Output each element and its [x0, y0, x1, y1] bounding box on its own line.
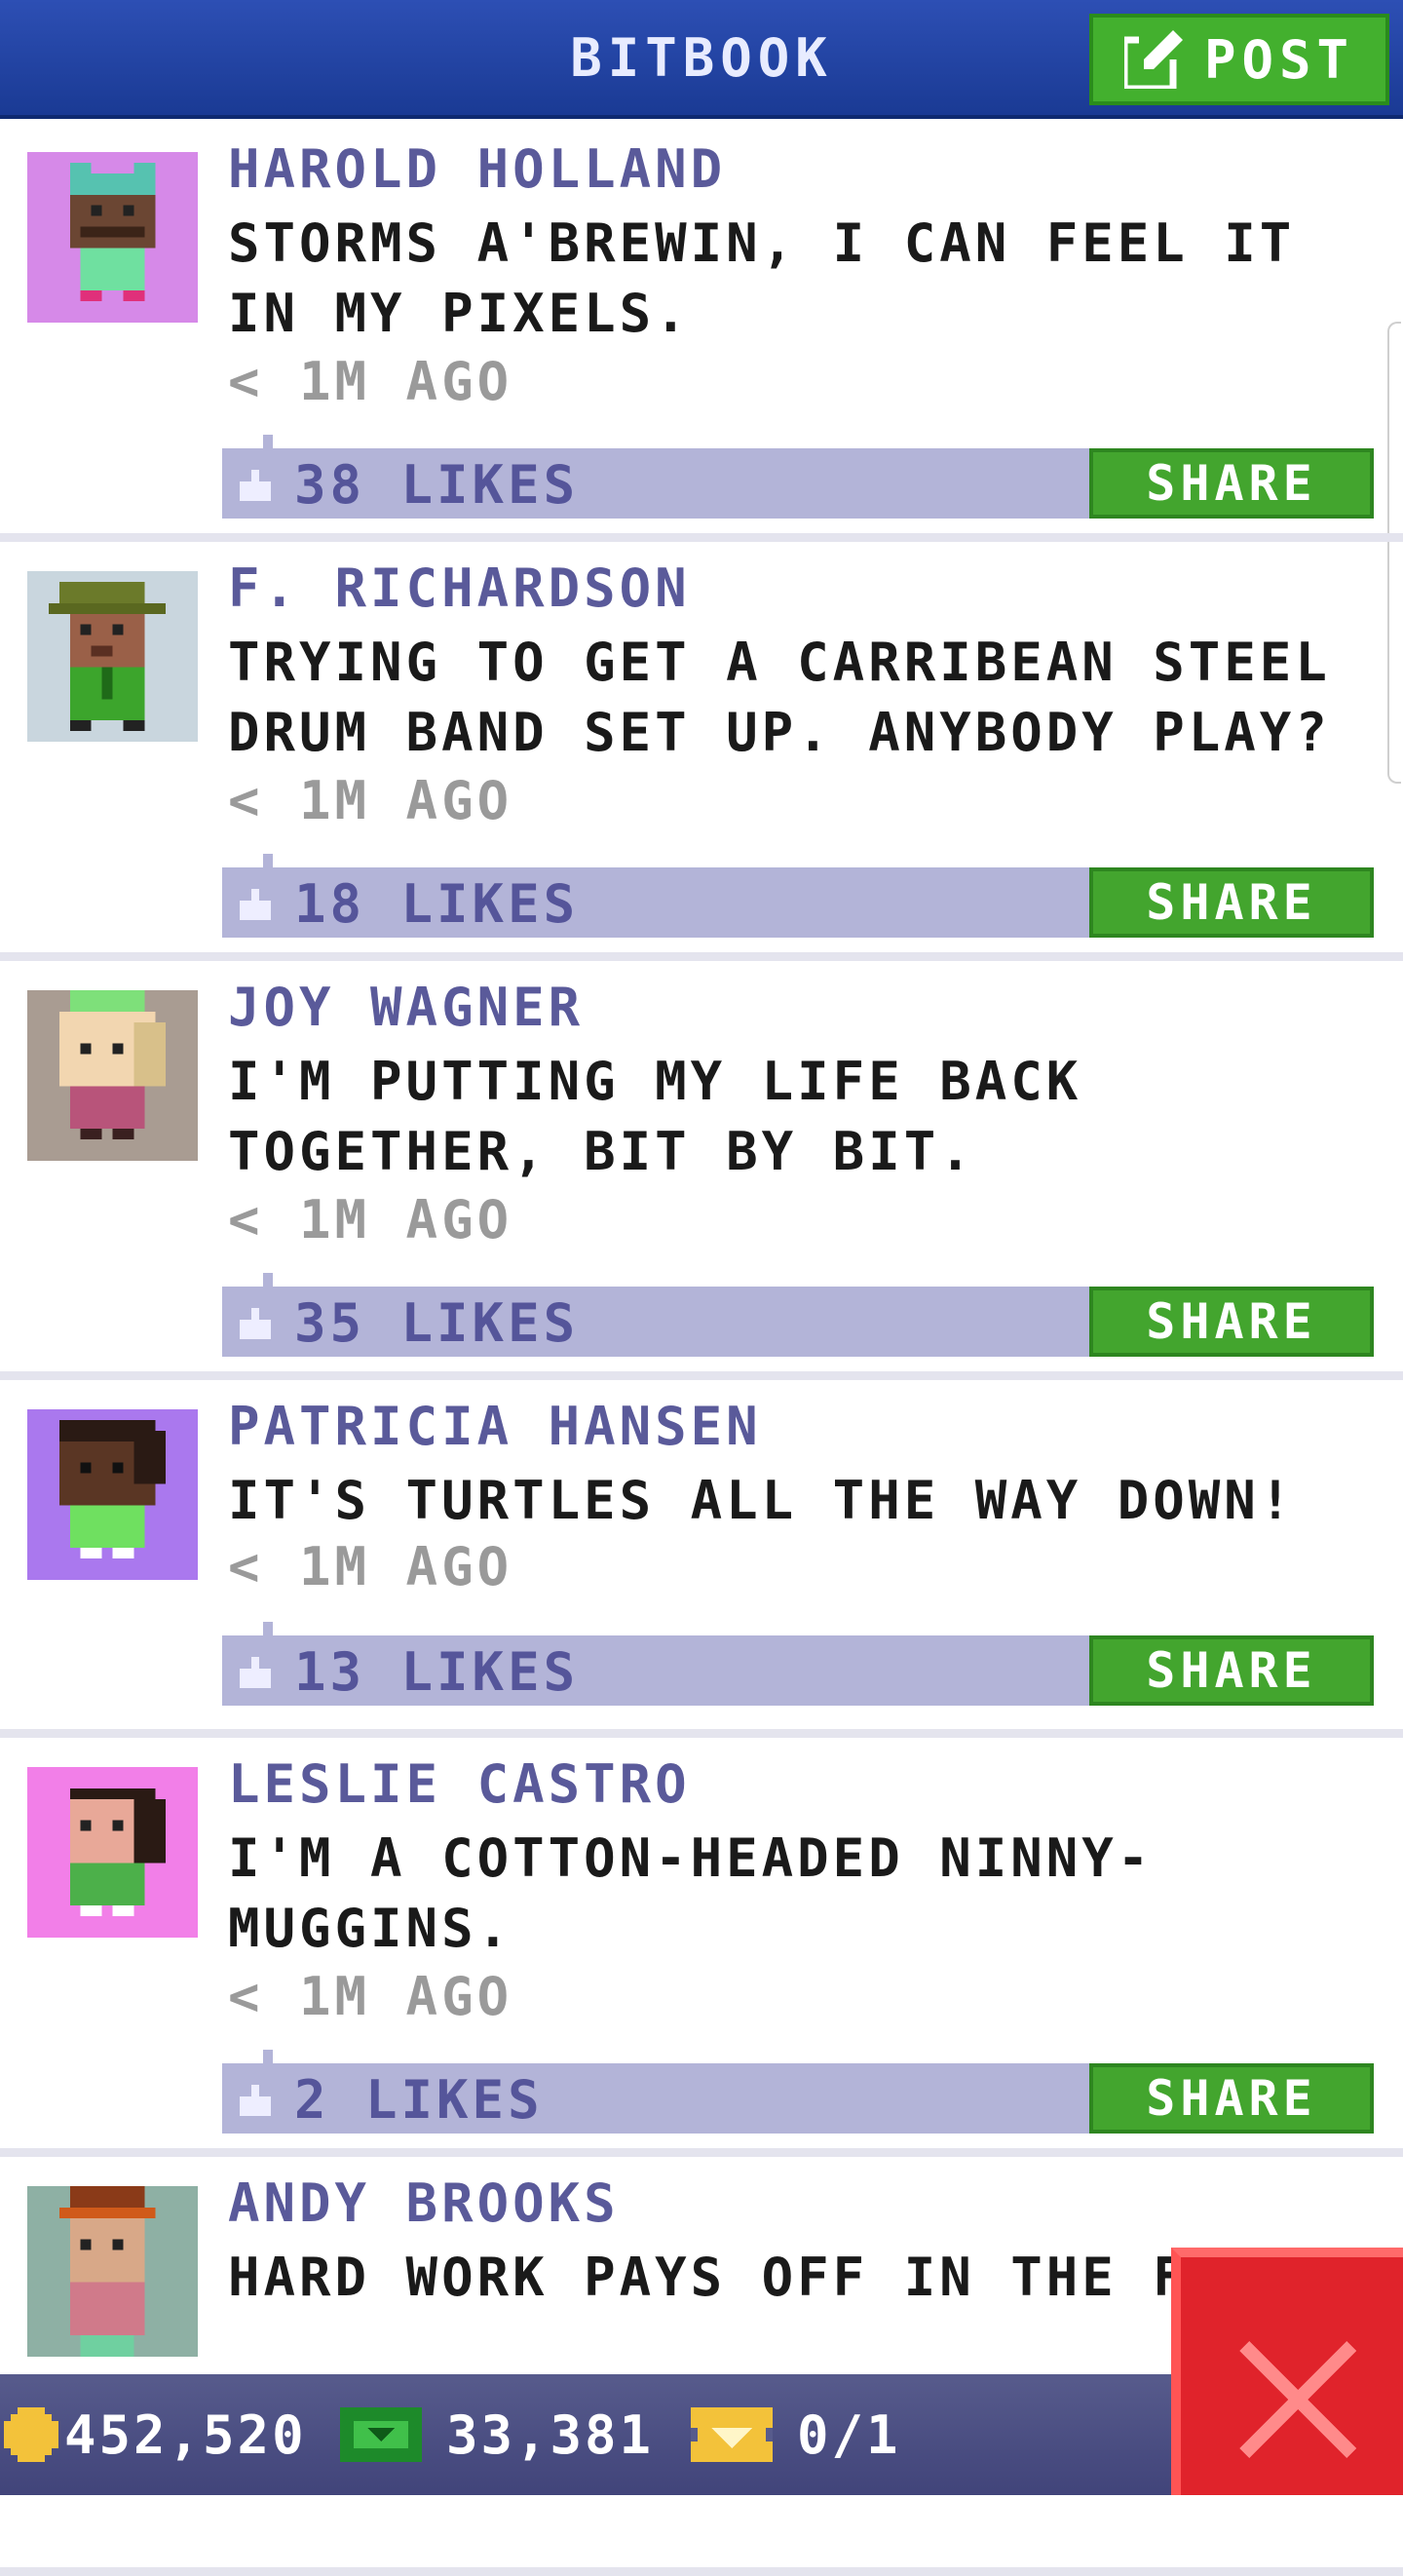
- tickets-stat[interactable]: 0/1: [688, 2374, 901, 2495]
- feed-post: LESLIE CASTRO I'M A COTTON-HEADED NINNY-…: [0, 1738, 1403, 2157]
- avatar[interactable]: [27, 1767, 198, 1938]
- post-timestamp: < 1M AGO: [228, 770, 513, 831]
- post-text: I'M A COTTON-HEADED NINNY-MUGGINS.: [228, 1827, 1154, 1959]
- like-count: 18 LIKES: [294, 873, 580, 935]
- post-author: HAROLD HOLLAND: [228, 138, 727, 200]
- post-text: IT'S TURTLES ALL THE WAY DOWN!: [228, 1470, 1296, 1531]
- like-count: 13 LIKES: [294, 1641, 580, 1703]
- like-icon[interactable]: [236, 1308, 275, 1339]
- like-icon[interactable]: [236, 470, 275, 501]
- share-button[interactable]: SHARE: [1089, 867, 1374, 938]
- compose-icon: [1123, 30, 1183, 89]
- post-author: PATRICIA HANSEN: [228, 1396, 762, 1457]
- post-author: F. RICHARDSON: [228, 557, 691, 619]
- like-icon[interactable]: [236, 2085, 275, 2116]
- like-icon[interactable]: [236, 1657, 275, 1688]
- post-timestamp: < 1M AGO: [228, 1966, 513, 2027]
- feed-post: JOY WAGNER I'M PUTTING MY LIFE BACK TOGE…: [0, 961, 1403, 1380]
- like-bar[interactable]: 35 LIKES SHARE: [222, 1273, 1374, 1357]
- ticket-icon: [691, 2407, 773, 2462]
- avatar[interactable]: [27, 990, 198, 1161]
- avatar[interactable]: [27, 2186, 198, 2357]
- like-bar[interactable]: 38 LIKES SHARE: [222, 435, 1374, 519]
- like-bar[interactable]: 13 LIKES SHARE: [222, 1622, 1374, 1706]
- post-author: LESLIE CASTRO: [228, 1753, 691, 1815]
- bux-icon: [340, 2407, 422, 2462]
- coins-value: 452,520: [64, 2403, 307, 2466]
- post-timestamp: < 1M AGO: [228, 351, 513, 412]
- bux-stat[interactable]: 33,381: [339, 2374, 654, 2495]
- avatar[interactable]: [27, 571, 198, 742]
- post-author: ANDY BROOKS: [228, 2172, 620, 2234]
- close-icon: [1239, 2341, 1356, 2458]
- like-bar[interactable]: 18 LIKES SHARE: [222, 854, 1374, 938]
- post-text: STORMS A'BREWIN, I CAN FEEL IT IN MY PIX…: [228, 212, 1296, 344]
- like-count: 2 LIKES: [294, 2069, 544, 2131]
- share-button[interactable]: SHARE: [1089, 1635, 1374, 1706]
- bux-value: 33,381: [446, 2403, 655, 2466]
- share-button[interactable]: SHARE: [1089, 448, 1374, 519]
- like-count: 35 LIKES: [294, 1292, 580, 1354]
- feed-post: PATRICIA HANSEN IT'S TURTLES ALL THE WAY…: [0, 1380, 1403, 1738]
- post-timestamp: < 1M AGO: [228, 1189, 513, 1250]
- post-text: I'M PUTTING MY LIFE BACK TOGETHER, BIT B…: [228, 1051, 1082, 1182]
- coins-stat[interactable]: 452,520: [4, 2374, 307, 2495]
- feed-post: F. RICHARDSON TRYING TO GET A CARRIBEAN …: [0, 542, 1403, 961]
- post-timestamp: < 1M AGO: [228, 1536, 513, 1597]
- post-button-label: POST: [1203, 28, 1355, 91]
- close-button[interactable]: [1171, 2248, 1403, 2495]
- avatar[interactable]: [27, 1409, 198, 1580]
- tickets-value: 0/1: [797, 2403, 901, 2466]
- feed-list: HAROLD HOLLAND STORMS A'BREWIN, I CAN FE…: [0, 123, 1403, 2576]
- share-button[interactable]: SHARE: [1089, 1287, 1374, 1357]
- like-bar[interactable]: 2 LIKES SHARE: [222, 2050, 1374, 2134]
- avatar[interactable]: [27, 152, 198, 323]
- post-author: JOY WAGNER: [228, 977, 585, 1038]
- like-count: 38 LIKES: [294, 454, 580, 516]
- like-icon[interactable]: [236, 889, 275, 920]
- coin-icon: [4, 2407, 58, 2462]
- app-header: BITBOOK POST: [0, 0, 1403, 119]
- feed-post: HAROLD HOLLAND STORMS A'BREWIN, I CAN FE…: [0, 123, 1403, 542]
- post-button[interactable]: POST: [1089, 14, 1389, 105]
- post-text: TRYING TO GET A CARRIBEAN STEEL DRUM BAN…: [228, 632, 1331, 763]
- share-button[interactable]: SHARE: [1089, 2063, 1374, 2134]
